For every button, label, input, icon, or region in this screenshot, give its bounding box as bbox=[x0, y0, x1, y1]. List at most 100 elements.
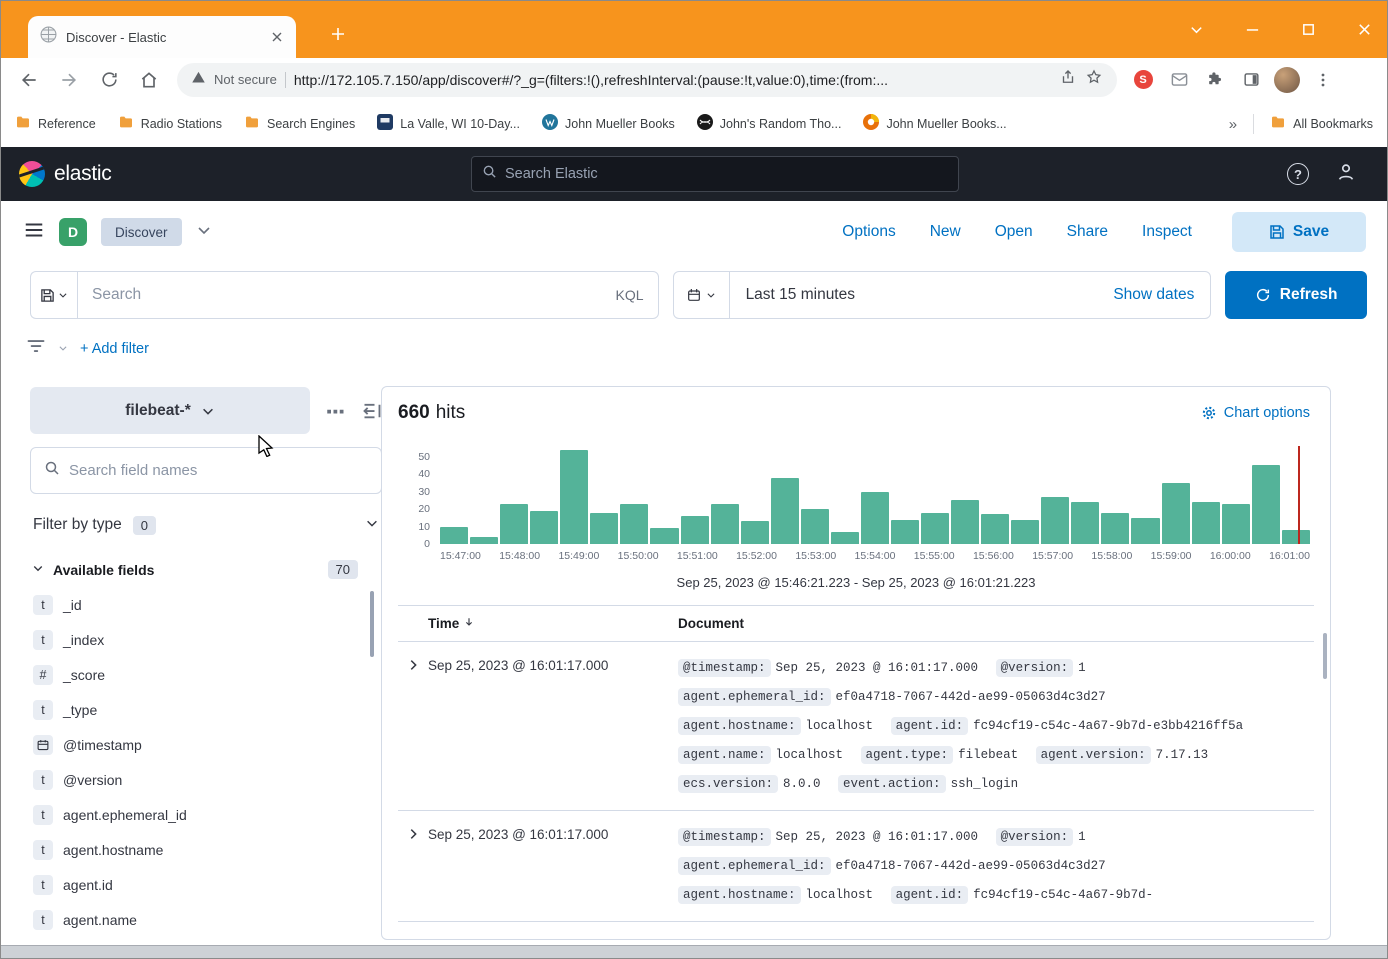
add-filter-button[interactable]: + Add filter bbox=[80, 341, 149, 357]
bookmark-item[interactable]: Radio Stations bbox=[118, 114, 222, 135]
bookmark-item[interactable]: John's Random Tho... bbox=[697, 114, 842, 135]
side-panel-icon[interactable] bbox=[1235, 64, 1267, 96]
histogram-bar[interactable] bbox=[620, 504, 648, 544]
time-column-header[interactable]: Time bbox=[428, 616, 459, 631]
histogram-bar[interactable] bbox=[741, 521, 769, 544]
field-item[interactable]: t_id bbox=[30, 587, 382, 622]
histogram-bar[interactable] bbox=[861, 492, 889, 545]
view-options-icon[interactable] bbox=[326, 401, 346, 421]
window-maximize-button[interactable] bbox=[1299, 21, 1317, 39]
all-bookmarks-button[interactable]: All Bookmarks bbox=[1270, 114, 1373, 135]
bookmark-item[interactable]: John Mueller Books bbox=[542, 114, 675, 135]
expand-row-button[interactable] bbox=[398, 654, 428, 675]
histogram-bar[interactable] bbox=[801, 509, 829, 544]
field-item[interactable]: t_index bbox=[30, 622, 382, 657]
bookmark-item[interactable]: John Mueller Books... bbox=[863, 114, 1006, 135]
histogram-bar[interactable] bbox=[771, 478, 799, 544]
field-item[interactable]: #_score bbox=[30, 657, 382, 692]
histogram-bar[interactable] bbox=[921, 513, 949, 545]
histogram-bar[interactable] bbox=[1252, 465, 1280, 544]
bookmark-item[interactable]: Reference bbox=[15, 114, 96, 135]
forward-button[interactable] bbox=[51, 62, 87, 98]
bookmarks-overflow-chevron[interactable]: » bbox=[1229, 116, 1237, 133]
window-minimize-button[interactable] bbox=[1243, 21, 1261, 39]
refresh-button[interactable]: Refresh bbox=[1225, 271, 1367, 319]
extensions-puzzle-icon[interactable] bbox=[1199, 64, 1231, 96]
histogram-bar[interactable] bbox=[530, 511, 558, 544]
data-view-picker[interactable]: filebeat-* bbox=[30, 387, 310, 434]
menu-options-link[interactable]: Options bbox=[842, 223, 895, 241]
back-button[interactable] bbox=[11, 62, 47, 98]
window-close-button[interactable] bbox=[1355, 21, 1373, 39]
field-item[interactable]: tagent.ephemeral_id bbox=[30, 797, 382, 832]
histogram-bar[interactable] bbox=[951, 500, 979, 544]
breadcrumb[interactable]: Discover bbox=[101, 218, 182, 246]
time-range-button[interactable]: Last 15 minutes bbox=[730, 286, 855, 304]
kql-language-button[interactable]: KQL bbox=[616, 287, 644, 303]
chart-options-button[interactable]: Chart options bbox=[1201, 405, 1314, 421]
field-item[interactable]: t@version bbox=[30, 762, 382, 797]
histogram-bar[interactable] bbox=[891, 520, 919, 545]
security-label[interactable]: Not secure bbox=[214, 72, 277, 87]
bookmark-item[interactable]: La Valle, WI 10-Day... bbox=[377, 114, 520, 135]
address-bar[interactable]: Not secure http://172.105.7.150/app/disc… bbox=[177, 63, 1117, 97]
menu-new-link[interactable]: New bbox=[930, 223, 961, 241]
histogram-bar[interactable] bbox=[650, 528, 678, 544]
histogram-bar[interactable] bbox=[831, 532, 859, 544]
browser-menu-icon[interactable] bbox=[1307, 64, 1339, 96]
extension-red-icon[interactable]: S bbox=[1127, 64, 1159, 96]
search-input[interactable] bbox=[92, 286, 608, 304]
menu-inspect-link[interactable]: Inspect bbox=[1142, 223, 1192, 241]
home-button[interactable] bbox=[131, 62, 167, 98]
histogram-bar[interactable] bbox=[500, 504, 528, 544]
menu-open-link[interactable]: Open bbox=[995, 223, 1033, 241]
results-scrollbar[interactable] bbox=[1323, 633, 1327, 679]
reload-button[interactable] bbox=[91, 62, 127, 98]
histogram-bar[interactable] bbox=[681, 516, 709, 544]
histogram-bar[interactable] bbox=[1222, 504, 1250, 544]
help-icon[interactable]: ? bbox=[1287, 163, 1309, 185]
field-item[interactable]: tagent.id bbox=[30, 867, 382, 902]
bookmark-item[interactable]: Search Engines bbox=[244, 114, 355, 135]
saved-query-button[interactable] bbox=[30, 271, 77, 319]
histogram-bar[interactable] bbox=[981, 514, 1009, 544]
show-dates-button[interactable]: Show dates bbox=[1113, 286, 1210, 304]
histogram-bar[interactable] bbox=[1131, 518, 1159, 544]
url-text[interactable]: http://172.105.7.150/app/discover#/?_g=(… bbox=[294, 72, 1051, 88]
histogram-bar[interactable] bbox=[711, 504, 739, 544]
browser-tab[interactable]: Discover - Elastic bbox=[28, 16, 296, 58]
user-menu-icon[interactable] bbox=[1335, 161, 1357, 188]
histogram-bar[interactable] bbox=[470, 537, 498, 544]
space-avatar[interactable]: D bbox=[59, 218, 87, 246]
bookmark-star-icon[interactable] bbox=[1085, 68, 1103, 91]
save-button[interactable]: Save bbox=[1232, 212, 1366, 252]
global-search[interactable] bbox=[471, 156, 959, 192]
main-menu-hamburger-icon[interactable] bbox=[23, 219, 45, 246]
histogram-bar[interactable] bbox=[1041, 497, 1069, 544]
filter-by-type-button[interactable]: Filter by type 0 bbox=[30, 503, 382, 547]
histogram-bar[interactable] bbox=[1282, 530, 1310, 544]
histogram-bar[interactable] bbox=[1071, 502, 1099, 544]
histogram-bar[interactable] bbox=[590, 513, 618, 545]
field-item[interactable]: tagent.name bbox=[30, 902, 382, 937]
field-search[interactable] bbox=[30, 447, 382, 494]
field-item[interactable]: tagent.hostname bbox=[30, 832, 382, 867]
profile-avatar[interactable] bbox=[1271, 64, 1303, 96]
extension-mail-icon[interactable] bbox=[1163, 64, 1195, 96]
filter-chevron-icon[interactable] bbox=[58, 340, 68, 358]
menu-share-link[interactable]: Share bbox=[1067, 223, 1108, 241]
sidebar-collapse-icon[interactable] bbox=[362, 401, 382, 421]
filter-funnel-icon[interactable] bbox=[26, 336, 46, 361]
calendar-button[interactable] bbox=[674, 272, 730, 318]
field-item[interactable]: t_type bbox=[30, 692, 382, 727]
field-item[interactable]: @timestamp bbox=[30, 727, 382, 762]
new-tab-button[interactable] bbox=[323, 19, 353, 49]
histogram-bar[interactable] bbox=[1162, 483, 1190, 544]
histogram-bar[interactable] bbox=[440, 527, 468, 545]
elastic-logo-icon[interactable] bbox=[19, 161, 45, 187]
sort-descending-icon[interactable] bbox=[463, 616, 475, 631]
sidebar-scrollbar[interactable] bbox=[370, 591, 374, 657]
histogram-bar[interactable] bbox=[560, 450, 588, 545]
expand-row-button[interactable] bbox=[398, 823, 428, 844]
available-fields-header[interactable]: Available fields 70 bbox=[30, 560, 382, 579]
